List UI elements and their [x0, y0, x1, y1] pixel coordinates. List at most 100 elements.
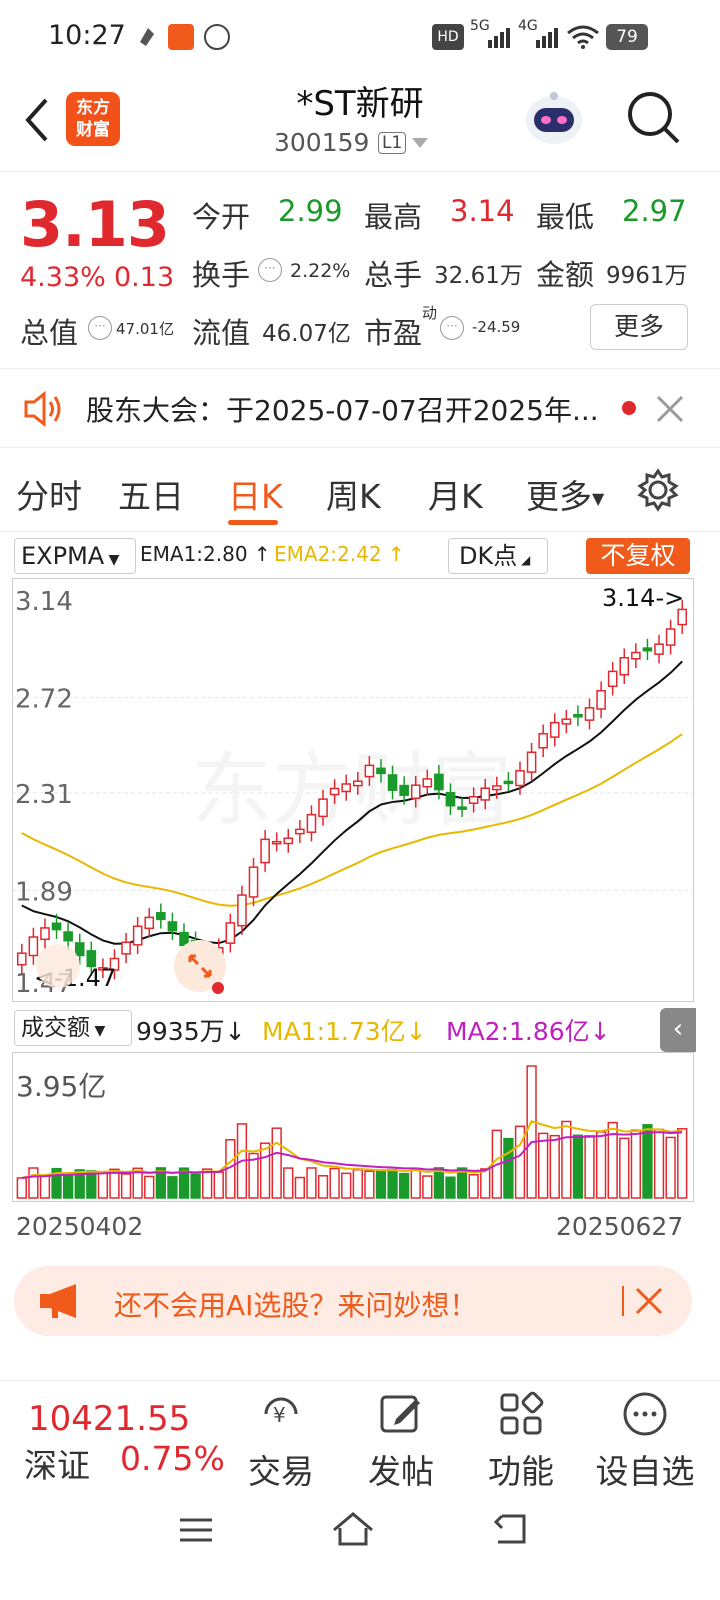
kline-chart[interactable]: 东方财富 3.142.722.311.891.47 3.14-> <-1.47: [12, 578, 694, 1002]
adjust-button[interactable]: 不复权: [586, 538, 690, 574]
stock-title: *ST新研: [296, 84, 424, 124]
candle-body: [410, 784, 421, 799]
stock-code[interactable]: 300159: [274, 128, 369, 157]
signal-4g-icon: 4G: [518, 18, 564, 50]
tab-five-day[interactable]: 五日: [118, 470, 184, 518]
candle-body: [654, 643, 664, 655]
index-change[interactable]: 0.75%: [120, 1439, 225, 1478]
volume-bar: [352, 1168, 363, 1199]
tab-daily-k[interactable]: 日K: [228, 470, 283, 518]
volume-bar: [259, 1142, 271, 1199]
y-tick-label: 2.72: [15, 685, 73, 715]
candle-body: [619, 656, 630, 676]
status-bar: 10:27 HD 5G 4G 79: [0, 0, 720, 72]
candle-body: [631, 651, 641, 660]
collapse-panel-button[interactable]: ‹: [660, 1008, 696, 1052]
volume-bar: [28, 1167, 39, 1199]
level-badge[interactable]: L1: [378, 132, 407, 154]
candle-body: [364, 764, 375, 778]
volume-bar: [398, 1172, 410, 1199]
volume-bar: [86, 1170, 97, 1199]
candle-body: [51, 922, 62, 931]
ai-robot-icon[interactable]: [520, 84, 588, 152]
volume-bar: [584, 1135, 595, 1199]
search-icon[interactable]: [622, 86, 686, 150]
mktcap-value: 47.01亿: [116, 320, 174, 338]
candle-body: [260, 838, 270, 864]
volume-bar: [665, 1136, 676, 1199]
candle-body: [434, 773, 444, 791]
volume-bar: [167, 1176, 178, 1199]
volume-bar: [561, 1120, 572, 1199]
mktcap-info-icon[interactable]: ···: [88, 316, 112, 340]
volume-indicator-name: 成交额: [21, 1015, 90, 1041]
pe-info-icon[interactable]: ···: [440, 316, 464, 340]
max-price-label: 3.14->: [602, 584, 684, 612]
volume-bar: [445, 1176, 456, 1199]
volume-bar: [410, 1167, 421, 1199]
svg-text:¥: ¥: [273, 1403, 286, 1427]
candle-body: [665, 628, 676, 646]
more-quote-button[interactable]: 更多: [590, 304, 688, 350]
volume-indicator-select[interactable]: 成交额 ▼: [14, 1010, 132, 1046]
indicator-select[interactable]: EXPMA ▼: [14, 538, 136, 574]
close-icon[interactable]: [654, 393, 686, 425]
ai-banner[interactable]: 还不会用AI选股？来问妙想！: [14, 1266, 692, 1336]
vol-ma2-text: MA2:1.86亿: [446, 1017, 590, 1046]
dk-point-button[interactable]: DK点 ◢: [448, 538, 548, 574]
volume-bar: [630, 1129, 642, 1199]
candle-body: [63, 931, 73, 942]
candle-body: [225, 922, 236, 944]
candle-body: [352, 780, 363, 787]
yen-icon: ¥: [256, 1389, 306, 1439]
back-nav-icon[interactable]: [490, 1508, 530, 1550]
high-label: 最高: [364, 200, 423, 234]
notice-bar[interactable]: 股东大会：于2025-07-07召开2025年...: [0, 368, 720, 448]
tab-weekly-k[interactable]: 周K: [326, 470, 381, 518]
dk-label: DK点: [459, 542, 518, 570]
ema1-text: EMA1:2.80: [140, 542, 248, 566]
candle-body: [121, 941, 131, 955]
chart-tabs: 分时 五日 日K 周K 月K 更多▼: [0, 452, 720, 532]
y-tick-label: 1.89: [15, 877, 73, 907]
vol-ma2: MA2:1.86亿↓: [446, 1017, 611, 1046]
volume-bar: [120, 1173, 132, 1199]
open-label: 今开: [192, 200, 251, 234]
turnover-info-icon[interactable]: ···: [258, 258, 282, 282]
close-icon[interactable]: [634, 1286, 664, 1316]
tab-intraday[interactable]: 分时: [16, 470, 82, 518]
volume-bar: [62, 1172, 74, 1199]
y-tick-label: 3.14: [15, 587, 73, 617]
candle-body: [306, 813, 317, 833]
candle-body: [74, 942, 85, 957]
chevron-down-icon[interactable]: [412, 138, 428, 148]
candle-body: [144, 916, 155, 930]
volume-bar: [144, 1175, 155, 1199]
index-value[interactable]: 10421.55: [28, 1399, 190, 1439]
gear-icon[interactable]: [636, 468, 680, 512]
add-watchlist-button[interactable]: 设自选: [590, 1381, 700, 1491]
caret-down-icon: ▼: [592, 489, 605, 508]
share-shortcut-icon[interactable]: [36, 944, 80, 988]
volume-bar: [97, 1171, 109, 1199]
volume-bar: [294, 1176, 306, 1199]
tab-more[interactable]: 更多▼: [526, 470, 604, 518]
candle-body: [132, 925, 143, 946]
date-end: 20250627: [556, 1212, 684, 1241]
candle-body: [549, 721, 560, 738]
functions-button[interactable]: 功能: [466, 1381, 576, 1491]
volume-bar: [619, 1137, 630, 1199]
caret-down-icon: ▼: [104, 552, 120, 568]
date-start: 20250402: [16, 1212, 144, 1241]
candle-body: [607, 670, 618, 688]
trade-button[interactable]: ¥ 交易: [226, 1381, 336, 1491]
index-name[interactable]: 深证: [24, 1439, 90, 1487]
post-button[interactable]: 发帖: [346, 1381, 456, 1491]
volume-bar: [422, 1175, 433, 1199]
corner-triangle-icon: ◢: [517, 553, 531, 567]
tab-monthly-k[interactable]: 月K: [428, 470, 483, 518]
home-icon[interactable]: [330, 1508, 376, 1550]
menu-icon[interactable]: [176, 1510, 216, 1550]
candle-body: [167, 921, 178, 932]
volume-chart[interactable]: 3.95亿: [12, 1052, 694, 1202]
